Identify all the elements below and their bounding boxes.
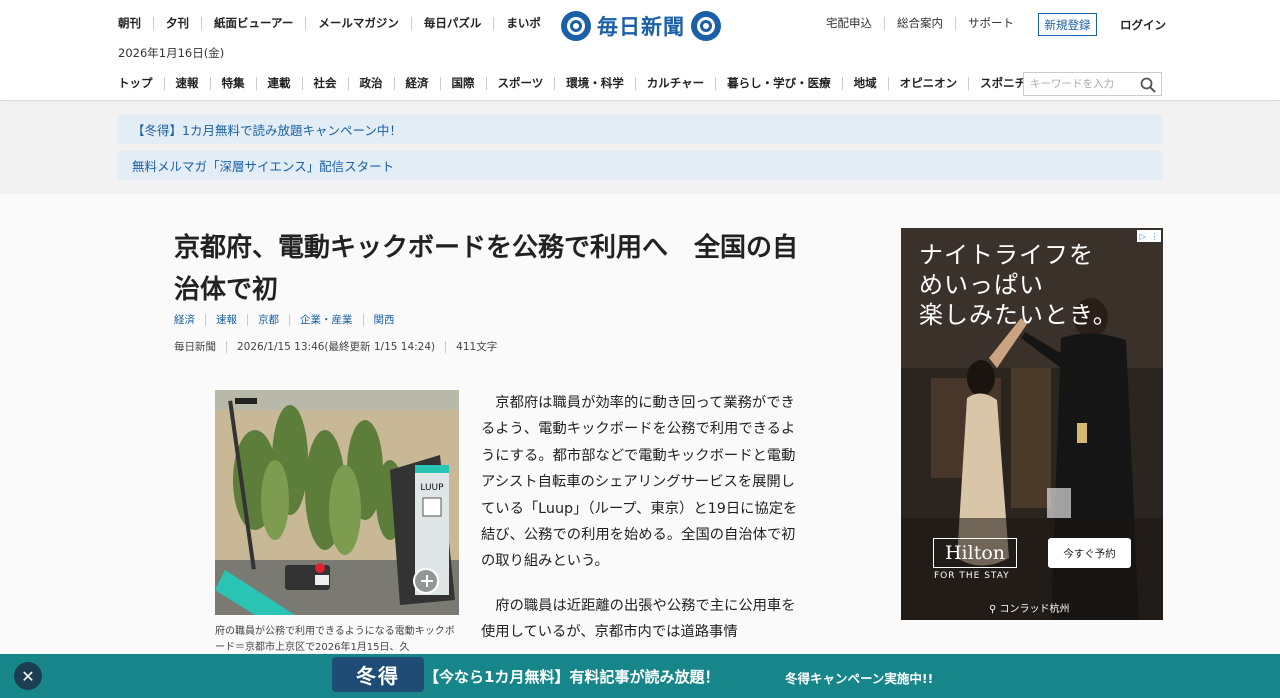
current-date: 2026年1月16日(金) <box>118 46 225 60</box>
top-link-evening[interactable]: 夕刊 <box>153 17 201 30</box>
site-header: 朝刊 夕刊 紙面ビューアー メールマガジン 毎日パズル まいポ 2026年1月1… <box>0 0 1280 101</box>
ad-tagline: FOR THE STAY <box>934 571 1010 581</box>
logo-text: 毎日新聞 <box>597 14 685 39</box>
util-link-support[interactable]: サポート <box>955 17 1026 30</box>
promo-newsletter-link[interactable]: 無料メルマガ「深層サイエンス」配信スタート <box>118 151 1162 180</box>
promo-campaign-link[interactable]: 【冬得】1カ月無料で読み放題キャンペーン中！ <box>118 115 1162 144</box>
tag-economy[interactable]: 経済 <box>174 314 205 326</box>
top-link-maipo[interactable]: まいポ <box>493 17 553 30</box>
article-headline: 京都府、電動キックボードを公務で利用へ 全国の自 治体で初 <box>174 227 834 311</box>
article-body: 京都府は職員が効率的に動き回って業務ができるよう、電動キックボードを公務で利用で… <box>481 390 804 664</box>
nav-item-sports[interactable]: スポーツ <box>485 77 555 90</box>
meta-timestamp: 2026/1/15 13:46(最終更新 1/15 14:24) <box>226 341 445 353</box>
article-meta: 毎日新聞 2026/1/15 13:46(最終更新 1/15 14:24) 41… <box>174 341 507 353</box>
photo-sign-text: LUUP <box>420 483 444 493</box>
logo-right-icon <box>691 11 721 41</box>
nav-item-economy[interactable]: 経済 <box>393 77 440 90</box>
ad-copy-line-3: 楽しみたいとき。 <box>919 301 1118 329</box>
ad-choices-icon[interactable]: ▷ ⋮ <box>1137 230 1161 242</box>
ad-brand-logo: Hilton <box>933 538 1017 568</box>
nav-item-breaking[interactable]: 速報 <box>163 77 210 90</box>
article-tags: 経済 速報 京都 企業・産業 関西 <box>174 314 405 326</box>
search-icon[interactable] <box>1140 77 1156 93</box>
site-logo[interactable]: 毎日新聞 <box>561 10 721 42</box>
ad-copy-line-1: ナイトライフを <box>919 241 1094 269</box>
utility-links: 宅配申込 総合案内 サポート <box>826 17 1026 30</box>
article-paragraph-1: 京都府は職員が効率的に動き回って業務ができるよう、電動キックボードを公務で利用で… <box>481 395 798 570</box>
nav-item-life[interactable]: 暮らし・学び・医療 <box>715 77 842 90</box>
ad-copy: ナイトライフを めいっぱい 楽しみたいとき。 <box>919 240 1118 330</box>
location-pin-icon: ⚲ <box>989 604 997 615</box>
tag-industry[interactable]: 企業・産業 <box>289 314 363 326</box>
photo-caption: 府の職員が公務で利用できるようになる電動キックボード＝京都市上京区で2026年1… <box>215 626 455 653</box>
nav-item-features[interactable]: 特集 <box>209 77 256 90</box>
util-link-guide[interactable]: 総合案内 <box>884 17 955 30</box>
campaign-subtext[interactable]: 冬得キャンペーン実施中!! <box>785 668 933 687</box>
ad-copy-line-2: めいっぱい <box>919 271 1044 299</box>
nav-item-international[interactable]: 国際 <box>439 77 486 90</box>
ad-location: ⚲ コンラッド杭州 <box>989 600 1070 615</box>
headline-line-2: 治体で初 <box>174 275 279 305</box>
nav-item-region[interactable]: 地域 <box>841 77 888 90</box>
campaign-bar[interactable]: ✕ 冬得 【今なら1カ月無料】有料記事が読み放題！ 冬得キャンペーン実施中!! <box>0 654 1280 698</box>
nav-item-series[interactable]: 連載 <box>255 77 302 90</box>
top-links: 朝刊 夕刊 紙面ビューアー メールマガジン 毎日パズル まいポ <box>118 17 553 30</box>
nav-item-opinion[interactable]: オピニオン <box>887 77 969 90</box>
nav-item-society[interactable]: 社会 <box>301 77 348 90</box>
promo-area: 【冬得】1カ月無料で読み放題キャンペーン中！ 無料メルマガ「深層サイエンス」配信… <box>0 102 1280 194</box>
nav-item-top[interactable]: トップ <box>118 77 164 90</box>
meta-source: 毎日新聞 <box>174 341 216 353</box>
search-input[interactable] <box>1024 73 1136 95</box>
tag-kansai[interactable]: 関西 <box>362 314 405 326</box>
headline-line-1: 京都府、電動キックボードを公務で利用へ 全国の自 <box>174 233 799 263</box>
sidebar-ad[interactable]: ナイトライフを めいっぱい 楽しみたいとき。 ▷ ⋮ Hilton FOR THE… <box>901 228 1163 620</box>
top-link-mail-magazine[interactable]: メールマガジン <box>305 17 411 30</box>
tag-kyoto[interactable]: 京都 <box>247 314 289 326</box>
ad-reserve-button[interactable]: 今すぐ予約 <box>1048 538 1131 568</box>
util-link-delivery[interactable]: 宅配申込 <box>826 17 884 30</box>
meta-char-count: 411文字 <box>445 341 507 353</box>
login-link[interactable]: ログイン <box>1120 17 1166 33</box>
nav-item-science[interactable]: 環境・科学 <box>554 77 635 90</box>
register-button[interactable]: 新規登録 <box>1038 13 1097 36</box>
zoom-icon[interactable] <box>413 568 439 594</box>
tag-breaking[interactable]: 速報 <box>205 314 247 326</box>
nav-item-culture[interactable]: カルチャー <box>634 77 715 90</box>
campaign-badge: 冬得 <box>332 657 424 692</box>
main-nav: トップ 速報 特集 連載 社会 政治 経済 国際 スポーツ 環境・科学 カルチャ… <box>118 77 1037 90</box>
top-link-morning[interactable]: 朝刊 <box>118 17 153 30</box>
top-link-viewer[interactable]: 紙面ビューアー <box>201 17 305 30</box>
ad-location-text: コンラッド杭州 <box>999 604 1070 615</box>
campaign-text[interactable]: 【今なら1カ月無料】有料記事が読み放題！ <box>424 666 719 687</box>
close-icon[interactable]: ✕ <box>14 662 42 690</box>
nav-item-politics[interactable]: 政治 <box>347 77 394 90</box>
search-box <box>1023 72 1162 96</box>
article-paragraph-2: 府の職員は近距離の出張や公務で主に公用車を使用しているが、京都市内では道路事情 <box>481 597 796 641</box>
top-link-puzzle[interactable]: 毎日パズル <box>410 17 494 30</box>
logo-left-icon <box>561 11 591 41</box>
